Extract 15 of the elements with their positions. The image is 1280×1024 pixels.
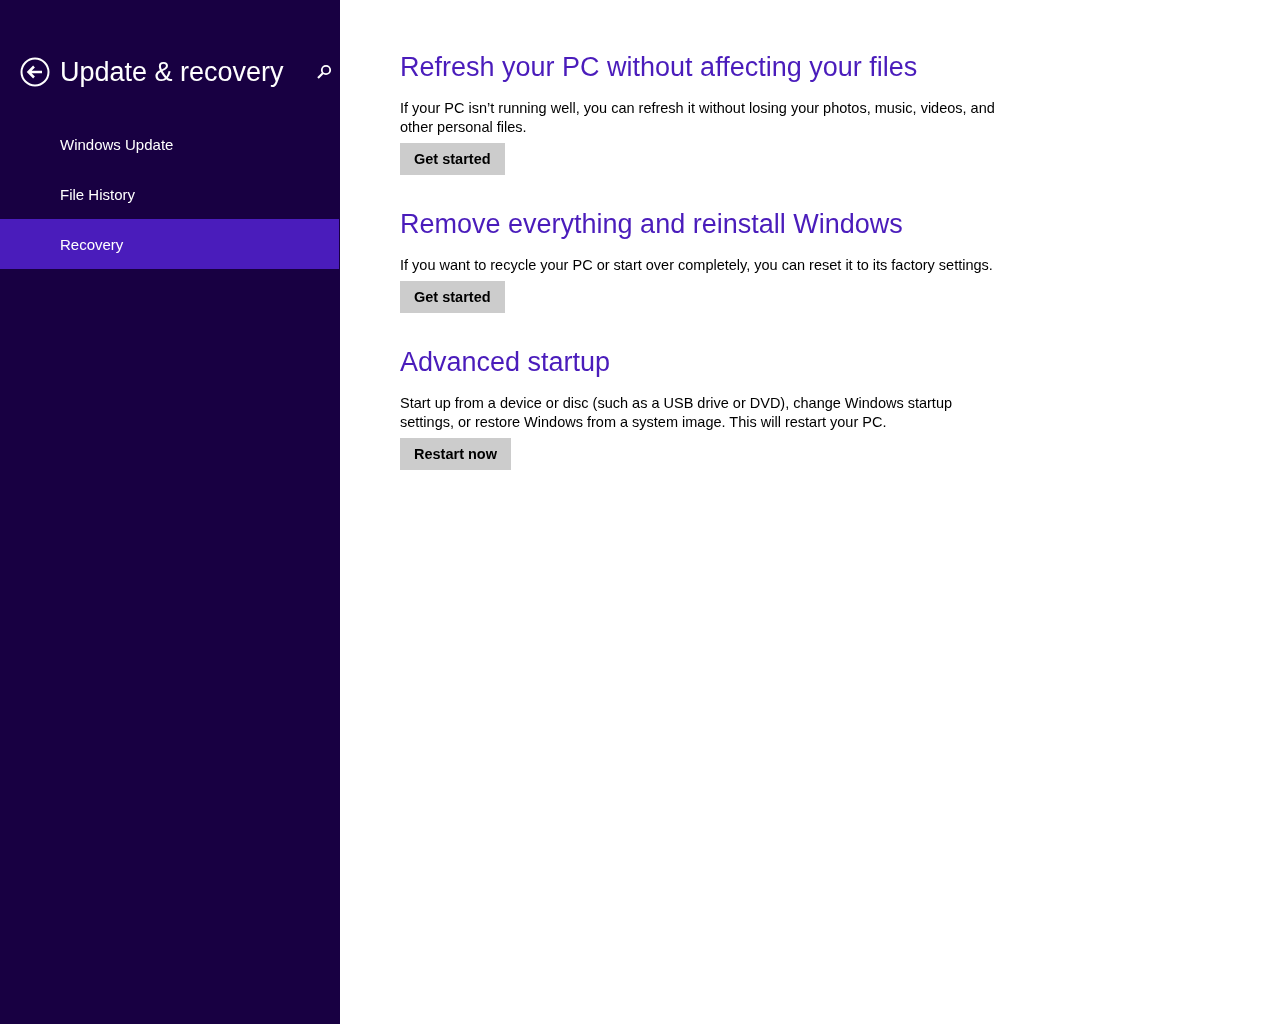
nav-item[interactable]: Windows Update [0,119,339,169]
back-icon[interactable] [20,57,50,87]
nav-item[interactable]: Recovery [0,219,339,269]
section-description: If your PC isn’t running well, you can refresh it without losing your photos, music, videos, and other personal files. [400,99,996,137]
search-icon[interactable] [315,64,332,80]
action-button[interactable]: Restart now [400,438,511,470]
section-heading: Refresh your PC without affecting your files [400,52,919,83]
section-heading: Advanced startup [400,347,612,378]
action-button[interactable]: Get started [400,143,505,175]
section-description: Start up from a device or disc (such as a USB drive or DVD), change Windows startup settings, or restore Windows from a system image. This will restart your PC. [400,394,954,432]
section-heading: Remove everything and reinstall Windows [400,209,904,240]
action-button[interactable]: Get started [400,281,505,313]
page-title: Update & recovery [60,56,284,88]
nav-item[interactable]: File History [0,169,339,219]
section-description: If you want to recycle your PC or start over completely, you can reset it to its factory settings. [400,256,994,275]
